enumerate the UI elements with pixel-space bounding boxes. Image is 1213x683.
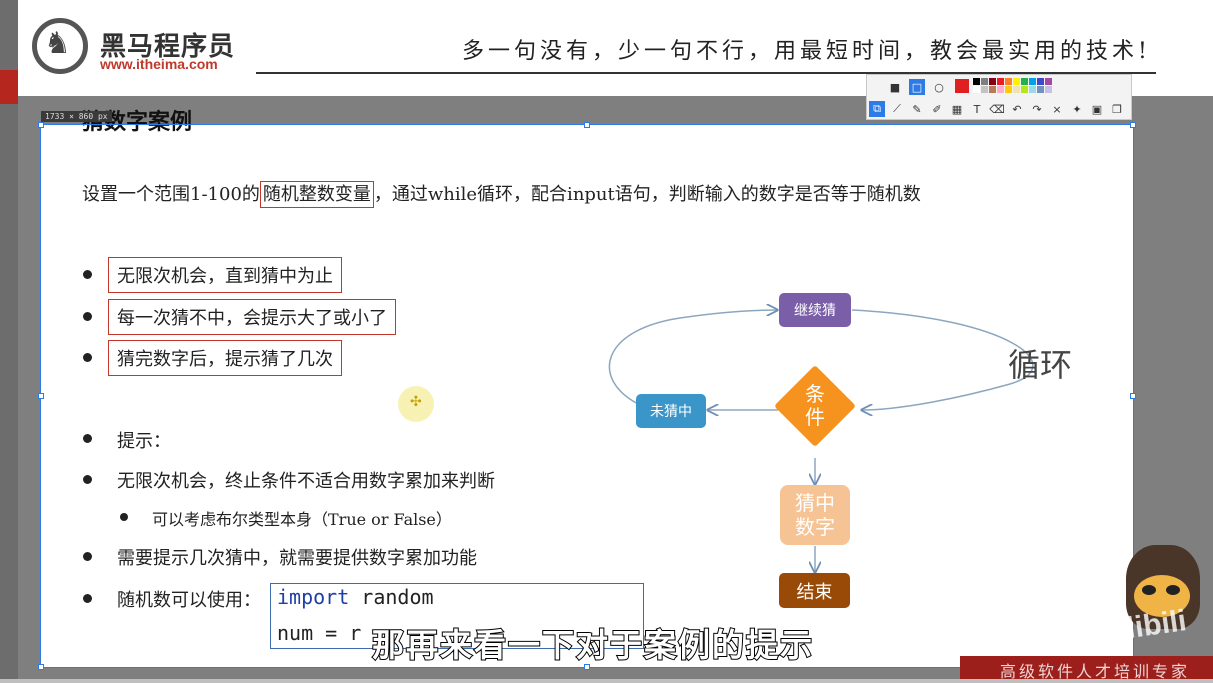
palette-swatch[interactable] (1029, 78, 1036, 85)
rect-fill-icon[interactable]: ■ (887, 79, 903, 95)
pin-icon[interactable]: ✦ (1069, 101, 1085, 117)
rect-icon[interactable]: □ (909, 79, 925, 95)
mosaic-icon[interactable]: ▦ (949, 101, 965, 117)
screenshot-selection-frame[interactable] (40, 124, 1134, 668)
palette-swatch[interactable] (1037, 86, 1044, 93)
palette-swatch[interactable] (989, 78, 996, 85)
toolbar-tools-row: ⧉⟋✎✐▦T⌫↶↷×✦▣❐ (869, 101, 1131, 119)
active-color-swatch[interactable] (955, 79, 969, 93)
resize-handle-w[interactable] (38, 393, 44, 399)
annotation-toolbar: ■ □ ○ ⧉⟋✎✐▦T⌫↶↷×✦▣❐ (866, 74, 1132, 120)
screenshot-icon[interactable]: ⧉ (869, 101, 885, 117)
marker-icon[interactable]: ✐ (929, 101, 945, 117)
resize-handle-n[interactable] (584, 122, 590, 128)
selection-size-label: 1733 × 860 px (41, 111, 112, 122)
palette-swatch[interactable] (989, 86, 996, 93)
palette-swatch[interactable] (981, 78, 988, 85)
palette-swatch[interactable] (997, 78, 1004, 85)
text-icon[interactable]: T (969, 101, 985, 117)
palette-swatch[interactable] (1021, 86, 1028, 93)
palette-swatch[interactable] (1029, 86, 1036, 93)
video-subtitle: 那再来看一下对于案例的提示 (372, 620, 814, 666)
save-icon[interactable]: ▣ (1089, 101, 1105, 117)
copy-icon[interactable]: ❐ (1109, 101, 1125, 117)
resize-handle-e[interactable] (1130, 393, 1136, 399)
palette-swatch[interactable] (1013, 86, 1020, 93)
palette-swatch[interactable] (1045, 86, 1052, 93)
mascot-eye (1166, 585, 1180, 595)
resize-handle-sw[interactable] (38, 664, 44, 670)
eraser-icon[interactable]: ⌫ (989, 101, 1005, 117)
palette-swatch[interactable] (981, 86, 988, 93)
polyline-icon[interactable]: ⟋ (889, 101, 905, 117)
palette-swatch[interactable] (1037, 78, 1044, 85)
pen-icon[interactable]: ✎ (909, 101, 925, 117)
palette-swatch[interactable] (1045, 78, 1052, 85)
ellipse-icon[interactable]: ○ (931, 79, 947, 95)
resize-handle-ne[interactable] (1130, 122, 1136, 128)
mascot-eye (1142, 585, 1156, 595)
palette-swatch[interactable] (997, 86, 1004, 93)
palette-swatch[interactable] (1005, 78, 1012, 85)
resize-handle-nw[interactable] (38, 122, 44, 128)
redo-icon[interactable]: ↷ (1029, 101, 1045, 117)
palette-swatch[interactable] (973, 86, 980, 93)
palette-swatch[interactable] (973, 78, 980, 85)
palette-swatch[interactable] (1013, 78, 1020, 85)
video-progress-strip (0, 679, 1213, 683)
close-icon[interactable]: × (1049, 101, 1065, 117)
undo-icon[interactable]: ↶ (1009, 101, 1025, 117)
palette-swatch[interactable] (1021, 78, 1028, 85)
palette-swatch[interactable] (1005, 86, 1012, 93)
